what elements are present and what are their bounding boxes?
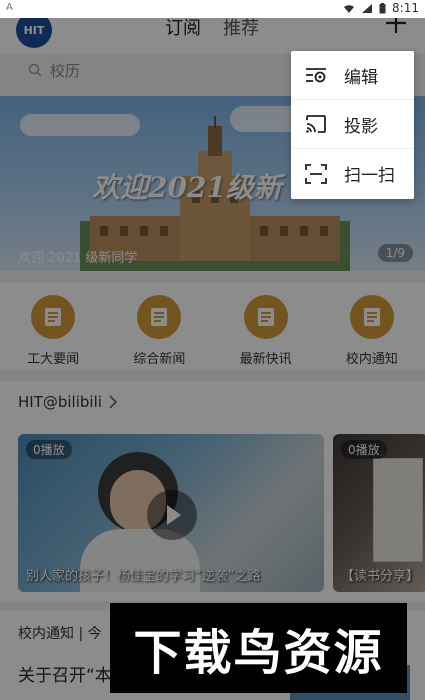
app-screen: HIT 订阅 推荐 校历 欢迎2021级新 欢迎 2021 级新同学 1/9 工…	[0, 0, 425, 700]
menu-item-scan[interactable]: 扫一扫	[291, 149, 414, 198]
popup-menu: 编辑 投影 扫一扫	[291, 51, 414, 199]
status-icons: 8:11	[343, 1, 419, 15]
menu-item-cast[interactable]: 投影	[291, 100, 414, 149]
watermark-logo: 下载鸟资源	[110, 603, 407, 693]
signal-icon	[362, 3, 373, 13]
scan-icon	[305, 163, 327, 184]
cast-icon	[306, 115, 326, 133]
menu-item-edit[interactable]: 编辑	[291, 51, 414, 100]
menu-label: 投影	[344, 116, 378, 137]
wifi-icon	[344, 4, 355, 13]
status-bar: A 8:11	[0, 0, 425, 18]
battery-icon	[379, 2, 386, 13]
status-indicator: A	[6, 2, 13, 13]
edit-icon	[306, 68, 326, 83]
menu-label: 扫一扫	[344, 166, 395, 186]
status-time: 8:11	[392, 1, 419, 15]
menu-label: 编辑	[344, 67, 378, 88]
